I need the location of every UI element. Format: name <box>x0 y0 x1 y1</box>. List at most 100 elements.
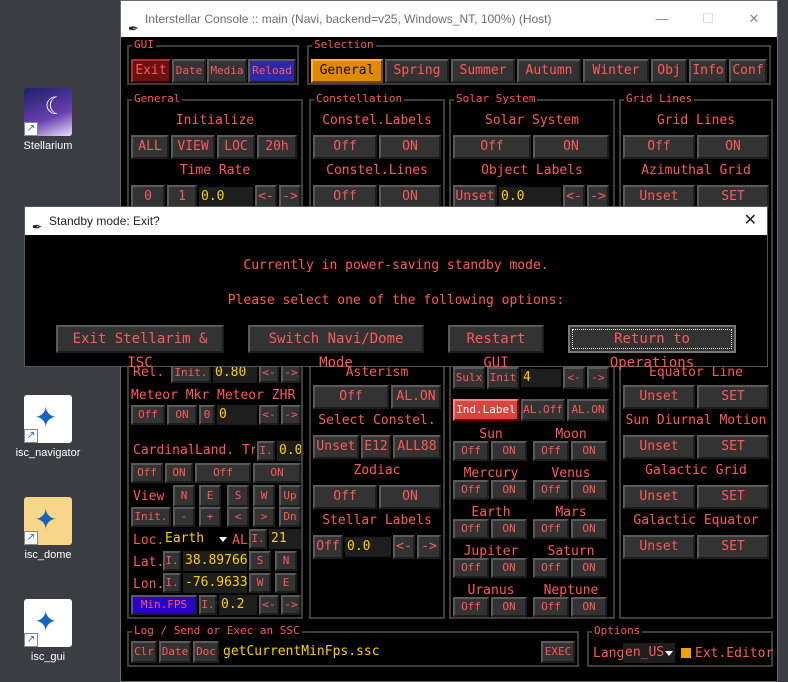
init-view-button[interactable]: VIEW <box>171 135 215 159</box>
land-off-button[interactable]: Off <box>195 463 251 483</box>
log-clear-button[interactable]: Clr <box>131 641 157 663</box>
close-icon[interactable]: ✕ <box>731 1 777 37</box>
stellar-prev-button[interactable]: <- <box>393 535 415 559</box>
tab-summer[interactable]: Summer <box>451 59 515 83</box>
date-button[interactable]: Date <box>172 59 206 83</box>
planet-on-button[interactable]: ON <box>571 597 607 617</box>
restart-gui-button[interactable]: Restart GUI <box>448 325 544 371</box>
exit-stellarium-button[interactable]: Exit Stellarim & ISC <box>56 325 224 371</box>
stellar-next-button[interactable]: -> <box>417 535 441 559</box>
zhr-value-field[interactable]: 0 <box>217 405 257 425</box>
al-value-field[interactable]: 21 <box>269 529 301 549</box>
galactic-equator-set-button[interactable]: SET <box>697 535 769 559</box>
dialog-titlebar[interactable]: ✒ Standby mode: Exit? ✕ <box>25 207 767 235</box>
view-init-button[interactable]: Init. <box>131 507 171 527</box>
planet-off-button[interactable]: Off <box>453 441 489 461</box>
rate-value-field[interactable]: 0.0 <box>199 187 253 207</box>
tab-conf[interactable]: Conf <box>729 59 767 83</box>
land-i-button[interactable]: I. <box>257 441 275 461</box>
equator-unset-button[interactable]: Unset <box>623 385 695 409</box>
lat-i-button[interactable]: I. <box>163 551 181 571</box>
sun-diurnal-unset-button[interactable]: Unset <box>623 435 695 459</box>
init-loc-button[interactable]: LOC <box>217 135 255 159</box>
desktop-icon-stellarium[interactable]: ☾ ↗ Stellarium <box>14 88 82 152</box>
planet-off-button[interactable]: Off <box>533 519 569 539</box>
close-icon[interactable]: ✕ <box>744 207 757 235</box>
solar-off-button[interactable]: Off <box>453 135 531 159</box>
meteor-on-button[interactable]: ON <box>167 405 197 425</box>
lat-s-button[interactable]: S <box>249 551 271 571</box>
media-button[interactable]: Media <box>207 59 247 83</box>
planet-on-button[interactable]: ON <box>571 519 607 539</box>
grid-on-button[interactable]: ON <box>697 135 769 159</box>
galactic-grid-unset-button[interactable]: Unset <box>623 485 695 509</box>
al-i-button[interactable]: I. <box>249 529 267 549</box>
planet-off-button[interactable]: Off <box>533 480 569 500</box>
ind-label-button[interactable]: Ind.Label <box>453 399 519 421</box>
asterism-off-button[interactable]: Off <box>313 385 389 409</box>
tab-obj[interactable]: Obj <box>651 59 687 83</box>
tab-winter[interactable]: Winter <box>583 59 649 83</box>
al-off-button[interactable]: AL.Off <box>521 399 565 421</box>
log-date-button[interactable]: Date <box>159 641 191 663</box>
planet-on-button[interactable]: ON <box>491 480 527 500</box>
zoom-in-button[interactable]: + <box>199 507 221 527</box>
exec-button[interactable]: EXEC <box>541 641 575 663</box>
tab-spring[interactable]: Spring <box>385 59 449 83</box>
return-to-operations-button[interactable]: Return to Operations <box>568 325 736 371</box>
constel-labels-on-button[interactable]: ON <box>379 135 441 159</box>
planet-on-button[interactable]: ON <box>491 519 527 539</box>
sulx-prev-button[interactable]: <- <box>563 367 585 389</box>
command-input[interactable]: getCurrentMinFps.ssc <box>221 642 539 662</box>
planet-off-button[interactable]: Off <box>533 597 569 617</box>
pan-right-button[interactable]: > <box>253 507 275 527</box>
view-w-button[interactable]: W <box>253 485 275 507</box>
zoom-out-button[interactable]: - <box>173 507 195 527</box>
lat-value-field[interactable]: 38.897666 <box>183 551 247 571</box>
select-all88-button[interactable]: ALL88 <box>393 435 441 459</box>
fps-prev-button[interactable]: <- <box>259 595 279 615</box>
desktop-icon-isc-gui[interactable]: ✦ ↗ isc_gui <box>14 599 82 663</box>
tab-general[interactable]: General <box>311 59 383 83</box>
planet-off-button[interactable]: Off <box>533 558 569 578</box>
planet-off-button[interactable]: Off <box>453 480 489 500</box>
planet-off-button[interactable]: Off <box>453 597 489 617</box>
sulx-button[interactable]: Sulx <box>453 367 485 389</box>
maximize-icon[interactable]: ☐ <box>685 1 731 37</box>
ext-editor-checkbox[interactable] <box>681 648 691 658</box>
al-on-button[interactable]: AL.ON <box>567 399 609 421</box>
cardinal-on-button[interactable]: ON <box>165 463 193 483</box>
planet-off-button[interactable]: Off <box>533 441 569 461</box>
view-dn-button[interactable]: Dn <box>279 507 301 527</box>
planet-on-button[interactable]: ON <box>491 441 527 461</box>
galactic-equator-unset-button[interactable]: Unset <box>623 535 695 559</box>
window-titlebar[interactable]: ✒ Interstellar Console :: main (Navi, ba… <box>121 1 777 37</box>
lon-value-field[interactable]: -76.963388 <box>183 573 247 593</box>
sun-diurnal-set-button[interactable]: SET <box>697 435 769 459</box>
fps-i-button[interactable]: I. <box>199 595 217 615</box>
object-value-field[interactable]: 0.0 <box>499 187 561 207</box>
constel-labels-off-button[interactable]: Off <box>313 135 377 159</box>
lat-n-button[interactable]: N <box>275 551 297 571</box>
meteor-off-button[interactable]: Off <box>131 405 165 425</box>
planet-off-button[interactable]: Off <box>453 519 489 539</box>
view-e-button[interactable]: E <box>199 485 221 507</box>
location-select[interactable]: Earth <box>163 529 227 549</box>
lon-w-button[interactable]: W <box>249 573 271 593</box>
land-value-field[interactable]: 0.0 <box>277 441 301 461</box>
zodiac-off-button[interactable]: Off <box>313 485 377 509</box>
grid-off-button[interactable]: Off <box>623 135 695 159</box>
lon-i-button[interactable]: I. <box>163 573 181 593</box>
init-20h-button[interactable]: 20h <box>257 135 297 159</box>
zhr-zero-button[interactable]: 0 <box>199 405 215 425</box>
solar-on-button[interactable]: ON <box>533 135 609 159</box>
desktop-icon-isc-navigator[interactable]: ✦ ↗ isc_navigator <box>14 395 82 459</box>
pan-left-button[interactable]: < <box>227 507 249 527</box>
desktop-icon-isc-dome[interactable]: ✦ ↗ isc_dome <box>14 497 82 561</box>
zhr-prev-button[interactable]: <- <box>259 405 279 425</box>
view-s-button[interactable]: S <box>227 485 249 507</box>
planet-on-button[interactable]: ON <box>491 558 527 578</box>
planet-on-button[interactable]: ON <box>571 480 607 500</box>
fps-value-field[interactable]: 0.2 <box>219 595 257 615</box>
planet-on-button[interactable]: ON <box>571 441 607 461</box>
